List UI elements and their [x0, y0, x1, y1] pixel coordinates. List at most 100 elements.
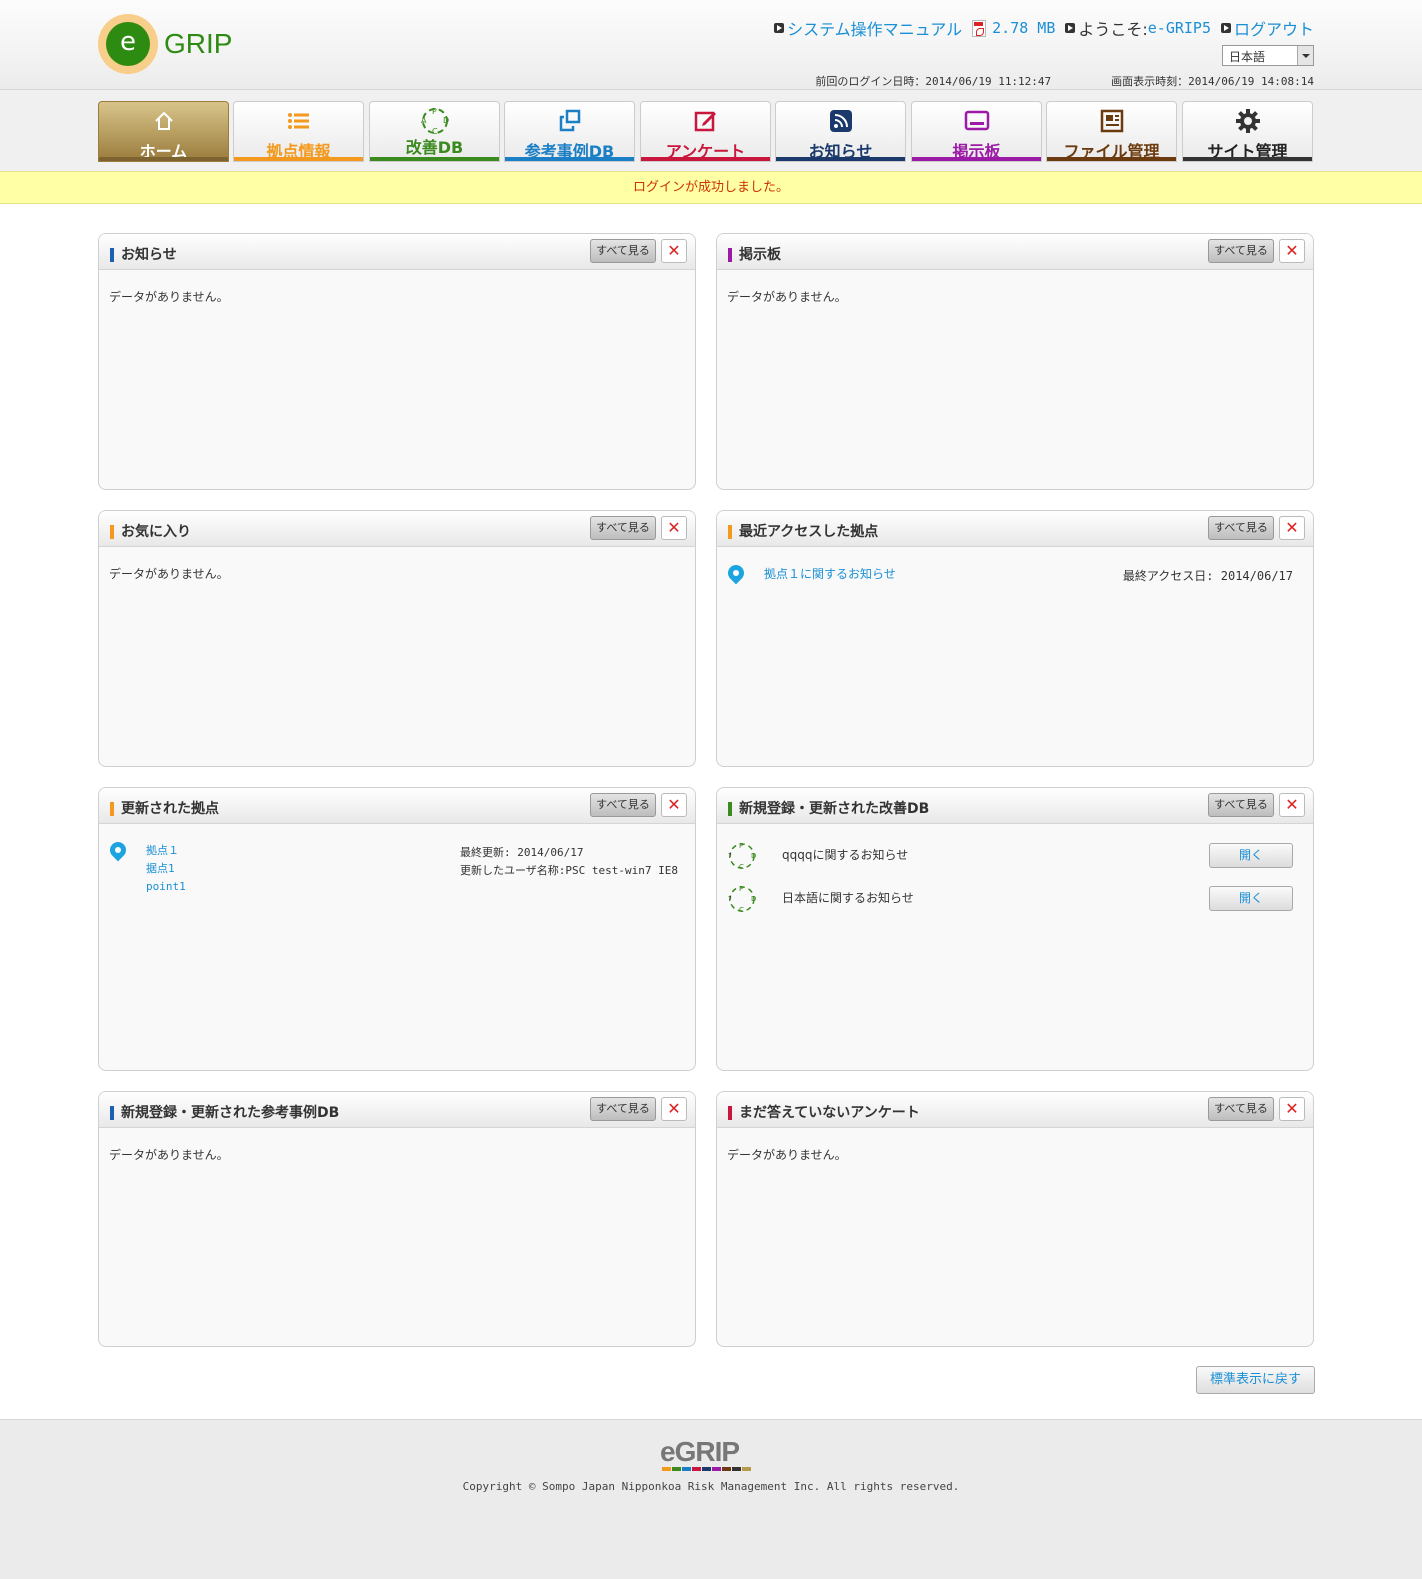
nav-site-admin[interactable]: サイト管理 — [1182, 101, 1313, 162]
list-item: 拠点１ 据点1 point1 最終更新: 2014/06/17 更新したユーザ名… — [99, 824, 695, 893]
login-success-notice: ログインが成功しました。 — [0, 171, 1422, 204]
open-button[interactable]: 開く — [1209, 886, 1293, 911]
panel-marker — [728, 802, 732, 816]
nav-reference-db[interactable]: 参考事例DB — [504, 101, 635, 162]
nav-underline — [1183, 157, 1312, 161]
welcome-label: ようこそ: — [1078, 20, 1148, 39]
manual-link[interactable]: システム操作マニュアル — [787, 16, 962, 40]
pdca-icon: P D C? — [726, 840, 758, 872]
no-data-message: データがありません。 — [727, 290, 847, 304]
footer-logo: eGRIP — [660, 1436, 740, 1467]
close-icon[interactable]: ✕ — [1279, 239, 1305, 263]
close-icon[interactable]: ✕ — [661, 1097, 687, 1121]
file-icon — [1047, 108, 1176, 134]
nav-home[interactable]: ホーム — [98, 101, 229, 162]
panel-header: お気に入り すべて見る ✕ — [99, 511, 695, 547]
list-icon — [234, 108, 363, 134]
panel-title: 掲示板 — [739, 247, 781, 263]
map-pin-icon — [727, 565, 745, 591]
close-icon[interactable]: ✕ — [661, 516, 687, 540]
arrow-icon — [774, 23, 785, 33]
panel-title: お知らせ — [121, 247, 177, 263]
see-all-button[interactable]: すべて見る — [590, 793, 656, 817]
reset-layout-button[interactable]: 標準表示に戻す — [1196, 1366, 1315, 1394]
login-times: 前回のログイン日時：2014/06/19 11:12:47 画面表示時刻：201… — [815, 73, 1314, 89]
user-name-link[interactable]: e-GRIP5 — [1148, 19, 1211, 37]
favorites-panel: お気に入り すべて見る ✕ データがありません。 — [98, 510, 696, 767]
nav-underline — [234, 157, 363, 161]
egrip-logo[interactable]: e GRIP — [98, 14, 232, 74]
see-all-button[interactable]: すべて見る — [590, 1097, 656, 1121]
no-data-message: データがありません。 — [109, 290, 229, 304]
last-updated: 最終更新: 2014/06/17 — [460, 846, 584, 859]
nav-site-info[interactable]: 拠点情報 — [233, 101, 364, 162]
nav-file-management[interactable]: ファイル管理 — [1046, 101, 1177, 162]
logo-text: GRIP — [164, 28, 233, 59]
panel-header: 掲示板 すべて見る ✕ — [717, 234, 1313, 270]
footer: eGRIP Copyright © Sompo Japan Nipponkoa … — [0, 1419, 1422, 1579]
svg-text:?: ? — [728, 852, 732, 860]
updated-by: 更新したユーザ名称:PSC test-win7 IE8 — [460, 864, 678, 877]
last-access-date: 最終アクセス日: 2014/06/17 — [1122, 569, 1293, 583]
nav-board[interactable]: 掲示板 — [911, 101, 1042, 162]
pdf-icon — [972, 19, 987, 37]
panel-marker — [728, 525, 732, 539]
home-icon — [99, 108, 228, 134]
nav-kaizen-db[interactable]: PDCA 改善DB — [369, 101, 500, 162]
site-name-link[interactable]: point1 — [146, 878, 186, 896]
svg-text:D: D — [751, 852, 756, 860]
close-icon[interactable]: ✕ — [661, 793, 687, 817]
see-all-button[interactable]: すべて見る — [590, 516, 656, 540]
updated-sites-panel: 更新された拠点 すべて見る ✕ 拠点１ 据点1 point1 最終更新: 201… — [98, 787, 696, 1071]
see-all-button[interactable]: すべて見る — [1208, 516, 1274, 540]
nav-survey[interactable]: アンケート — [640, 101, 771, 162]
panel-marker — [110, 248, 114, 262]
pdca-icon: PDCA — [370, 107, 499, 136]
see-all-button[interactable]: すべて見る — [590, 239, 656, 263]
display-time: 画面表示時刻：2014/06/19 14:08:14 — [1111, 75, 1314, 88]
recent-site-link[interactable]: 拠点１に関するお知らせ — [764, 565, 896, 582]
panel-header: 新規登録・更新された参考事例DB すべて見る ✕ — [99, 1092, 695, 1128]
kaizen-item-title: qqqqに関するお知らせ — [782, 848, 909, 862]
logout-link[interactable]: ログアウト — [1234, 16, 1314, 40]
close-icon[interactable]: ✕ — [661, 239, 687, 263]
panel-title: 更新された拠点 — [121, 801, 219, 817]
svg-text:C: C — [739, 906, 744, 914]
see-all-button[interactable]: すべて見る — [1208, 1097, 1274, 1121]
svg-text:D: D — [443, 116, 449, 125]
close-icon[interactable]: ✕ — [1279, 1097, 1305, 1121]
panel-header: お知らせ すべて見る ✕ — [99, 234, 695, 270]
last-login-time: 前回のログイン日時：2014/06/19 11:12:47 — [815, 75, 1052, 88]
panel-header: 新規登録・更新された改善DB すべて見る ✕ — [717, 788, 1313, 824]
see-all-button[interactable]: すべて見る — [1208, 793, 1274, 817]
pdca-icon: P D C? — [726, 883, 758, 915]
panel-title: 新規登録・更新された改善DB — [739, 801, 930, 817]
panel-title: お気に入り — [121, 524, 191, 540]
no-data-message: データがありません。 — [109, 1148, 229, 1162]
nav-underline — [99, 157, 228, 161]
footer-color-bars — [662, 1467, 751, 1471]
nav-news[interactable]: お知らせ — [775, 101, 906, 162]
panel-title: まだ答えていないアンケート — [739, 1105, 920, 1121]
site-name-link[interactable]: 拠点１ — [146, 842, 186, 860]
close-icon[interactable]: ✕ — [1279, 793, 1305, 817]
panel-marker — [110, 802, 114, 816]
panel-header: まだ答えていないアンケート すべて見る ✕ — [717, 1092, 1313, 1128]
nav-underline — [776, 157, 905, 161]
nav-label: 改善DB — [405, 138, 464, 157]
close-icon[interactable]: ✕ — [1279, 516, 1305, 540]
language-select[interactable]: 日本語 — [1222, 45, 1314, 66]
nav-underline — [505, 157, 634, 161]
no-data-message: データがありません。 — [109, 567, 229, 581]
board-icon — [912, 108, 1041, 134]
svg-text:P: P — [432, 107, 437, 116]
see-all-button[interactable]: すべて見る — [1208, 239, 1274, 263]
open-button[interactable]: 開く — [1209, 843, 1293, 868]
recent-sites-panel: 最近アクセスした拠点 すべて見る ✕ 拠点１に関するお知らせ 最終アクセス日: … — [716, 510, 1314, 767]
site-name-link[interactable]: 据点1 — [146, 860, 186, 878]
chevron-down-icon[interactable] — [1297, 46, 1313, 65]
manual-size-link[interactable]: 2.78 MB — [992, 19, 1055, 37]
copy-icon — [505, 108, 634, 134]
svg-text:D: D — [751, 895, 756, 903]
panel-header: 更新された拠点 すべて見る ✕ — [99, 788, 695, 824]
